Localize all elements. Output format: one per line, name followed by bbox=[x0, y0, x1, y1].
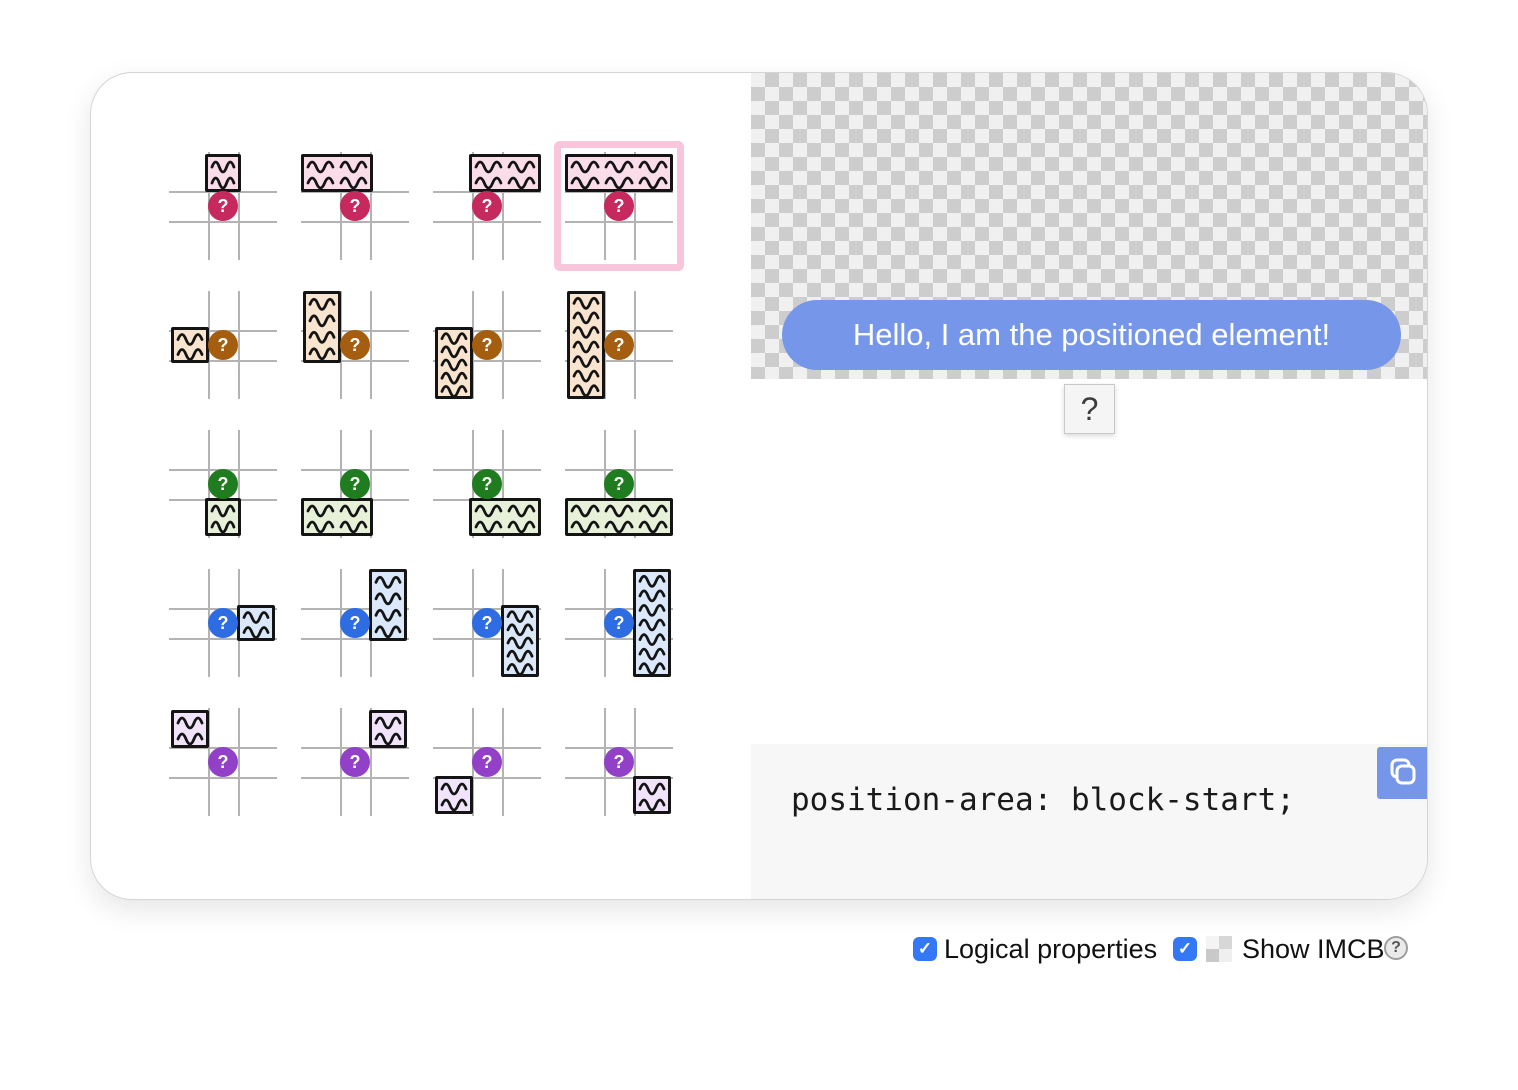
tile-inline-end-center[interactable]: ? bbox=[169, 569, 277, 677]
tile-block-end-inline-start[interactable]: ? bbox=[433, 708, 541, 816]
positioned-box-preview bbox=[565, 154, 673, 192]
anchor-dot: ? bbox=[208, 330, 238, 360]
positioned-element: Hello, I am the positioned element! bbox=[782, 300, 1401, 370]
tile-block-end-inline-end[interactable]: ? bbox=[565, 708, 673, 816]
tile-block-start[interactable]: ? bbox=[565, 152, 673, 260]
grid-line bbox=[502, 708, 504, 816]
positioned-box-preview bbox=[567, 291, 605, 399]
anchor-dot: ? bbox=[472, 608, 502, 638]
tile-block-start-inline-start[interactable]: ? bbox=[169, 708, 277, 816]
grid-line bbox=[502, 291, 504, 399]
positioned-box-preview bbox=[301, 154, 373, 192]
tile-inline-start-span-block-start[interactable]: ? bbox=[301, 291, 409, 399]
anchor-dot: ? bbox=[604, 747, 634, 777]
anchor-dot: ? bbox=[340, 330, 370, 360]
positioned-box-preview bbox=[171, 710, 209, 748]
grid-line bbox=[169, 777, 277, 779]
anchor-dot: ? bbox=[340, 608, 370, 638]
anchor-dot: ? bbox=[604, 469, 634, 499]
positioned-box-preview bbox=[633, 776, 671, 814]
positioned-box-preview bbox=[469, 498, 541, 536]
anchor-element: ? bbox=[1064, 384, 1115, 434]
tile-block-end[interactable]: ? bbox=[565, 430, 673, 538]
positioned-box-preview bbox=[633, 569, 671, 677]
code-text: position-area: block-start; bbox=[791, 782, 1295, 818]
anchor-dot: ? bbox=[472, 747, 502, 777]
positioned-box-preview bbox=[205, 154, 241, 192]
anchor-dot: ? bbox=[604, 330, 634, 360]
positioned-box-preview bbox=[435, 776, 473, 814]
tile-block-end-span-inline-start[interactable]: ? bbox=[301, 430, 409, 538]
positioned-box-preview bbox=[469, 154, 541, 192]
anchor-dot: ? bbox=[208, 747, 238, 777]
grid-line bbox=[238, 708, 240, 816]
positioned-box-preview bbox=[565, 498, 673, 536]
tile-block-start-span-inline-start[interactable]: ? bbox=[301, 152, 409, 260]
anchor-dot: ? bbox=[208, 469, 238, 499]
tile-block-end-center[interactable]: ? bbox=[169, 430, 277, 538]
copy-button[interactable] bbox=[1377, 747, 1428, 799]
anchor-dot: ? bbox=[472, 191, 502, 221]
tile-inline-start-center[interactable]: ? bbox=[169, 291, 277, 399]
positioned-box-preview bbox=[237, 605, 275, 641]
grid-line bbox=[565, 221, 673, 223]
anchor-dot: ? bbox=[340, 469, 370, 499]
visualizer-card: ???????????????????? Hello, I am the pos… bbox=[90, 72, 1428, 900]
grid-line bbox=[169, 221, 277, 223]
positioned-box-preview bbox=[303, 291, 341, 363]
positioned-box-preview bbox=[435, 327, 473, 399]
tile-inline-end[interactable]: ? bbox=[565, 569, 673, 677]
tile-block-end-span-inline-end[interactable]: ? bbox=[433, 430, 541, 538]
show-imcb-label: Show IMCB bbox=[1242, 934, 1385, 965]
logical-properties-checkbox[interactable]: ✓ bbox=[913, 937, 937, 961]
anchor-dot: ? bbox=[604, 191, 634, 221]
anchor-dot: ? bbox=[472, 330, 502, 360]
anchor-dot: ? bbox=[208, 191, 238, 221]
positioned-box-preview bbox=[301, 498, 373, 536]
tile-inline-start-span-block-end[interactable]: ? bbox=[433, 291, 541, 399]
anchor-dot: ? bbox=[604, 608, 634, 638]
positioned-box-preview bbox=[369, 710, 407, 748]
tile-inline-start[interactable]: ? bbox=[565, 291, 673, 399]
tile-block-start-inline-end[interactable]: ? bbox=[301, 708, 409, 816]
show-imcb-checkbox[interactable]: ✓ bbox=[1173, 937, 1197, 961]
grid-line bbox=[634, 291, 636, 399]
anchor-dot: ? bbox=[340, 747, 370, 777]
anchor-dot: ? bbox=[208, 608, 238, 638]
grid-line bbox=[238, 291, 240, 399]
tile-block-start-center[interactable]: ? bbox=[169, 152, 277, 260]
grid-line bbox=[370, 291, 372, 399]
anchor-dot: ? bbox=[340, 191, 370, 221]
code-output: position-area: block-start; bbox=[751, 744, 1428, 900]
tile-block-start-span-inline-end[interactable]: ? bbox=[433, 152, 541, 260]
grid-line bbox=[301, 221, 409, 223]
grid-line bbox=[301, 777, 409, 779]
anchor-dot: ? bbox=[472, 469, 502, 499]
positioned-box-preview bbox=[171, 327, 209, 363]
positioned-box-preview bbox=[369, 569, 407, 641]
position-area-visualizer: ???????????????????? Hello, I am the pos… bbox=[0, 0, 1518, 1090]
tile-inline-end-span-block-start[interactable]: ? bbox=[301, 569, 409, 677]
copy-icon bbox=[1386, 755, 1420, 792]
transparency-preview: Hello, I am the positioned element! bbox=[751, 73, 1428, 379]
logical-properties-label: Logical properties bbox=[944, 934, 1157, 965]
positioned-box-preview bbox=[205, 498, 241, 536]
tile-inline-end-span-block-end[interactable]: ? bbox=[433, 569, 541, 677]
positioned-box-preview bbox=[501, 605, 539, 677]
transparency-checker-icon bbox=[1206, 936, 1232, 962]
help-icon[interactable]: ? bbox=[1384, 936, 1408, 960]
grid-line bbox=[433, 221, 541, 223]
